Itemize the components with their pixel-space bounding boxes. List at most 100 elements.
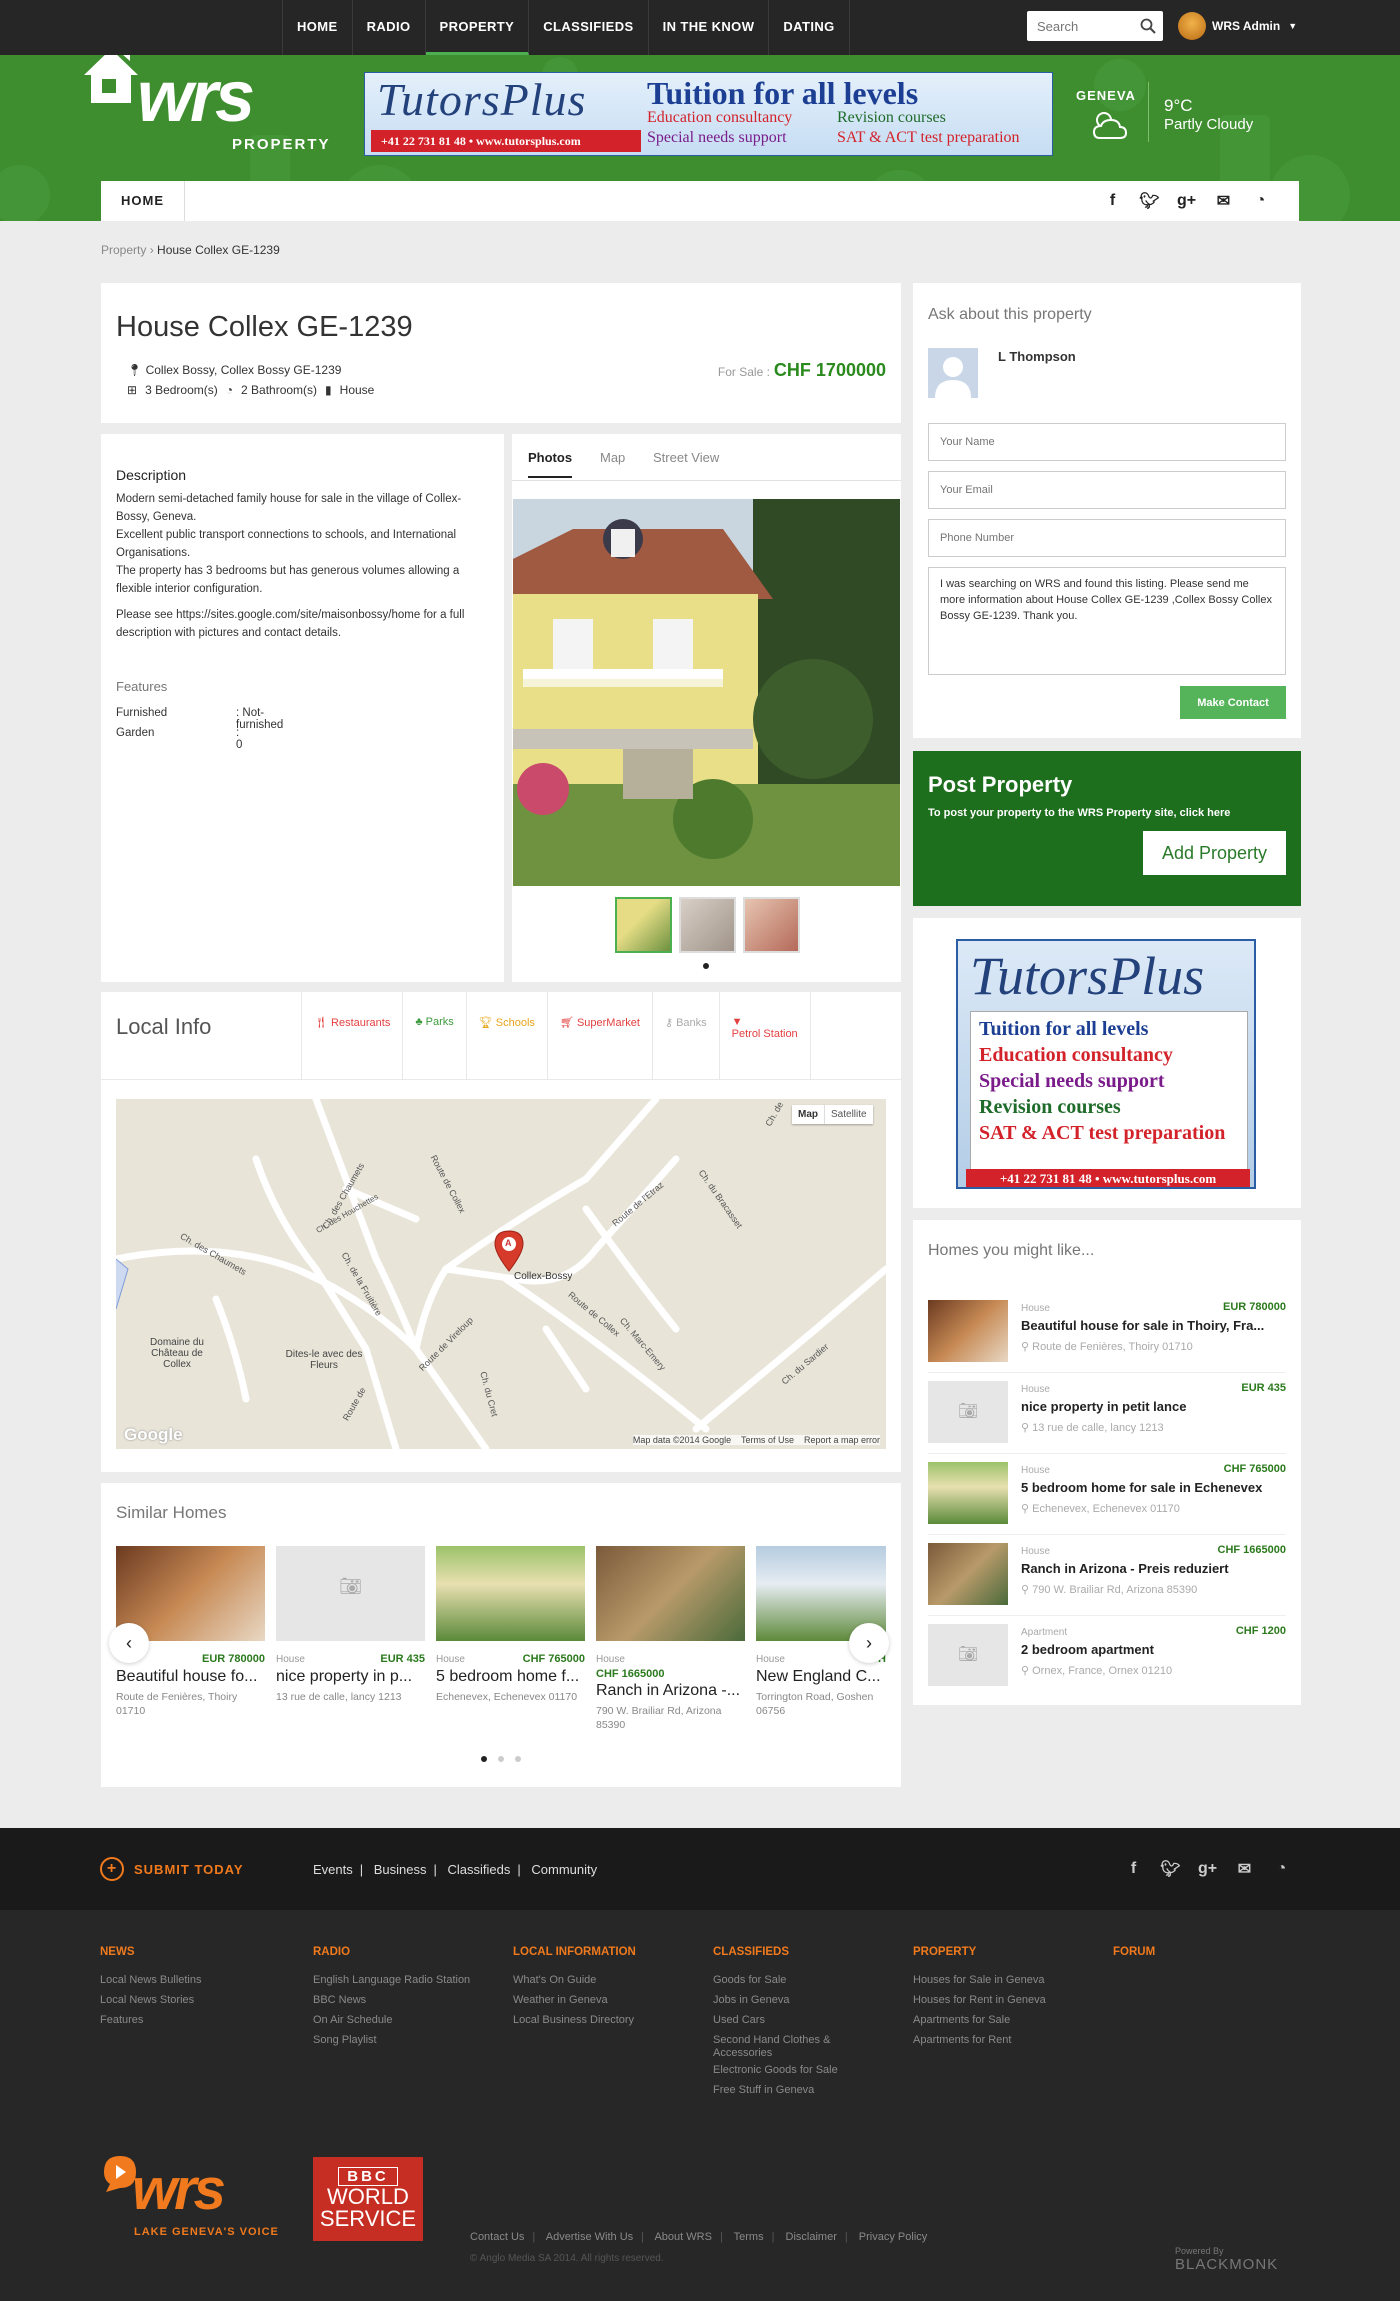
- tab-street-view[interactable]: Street View: [653, 450, 719, 465]
- list-item[interactable]: 📷︎ Apartment CHF 1200 2 bedroom apartmen…: [928, 1624, 1286, 1704]
- carousel-prev-button[interactable]: ‹: [109, 1623, 149, 1663]
- footer-link[interactable]: Jobs in Geneva: [713, 1990, 838, 2010]
- footer-link[interactable]: Electronic Goods for Sale: [713, 2060, 838, 2080]
- rss-icon[interactable]: ◔: [1242, 192, 1279, 210]
- similar-home-item[interactable]: 📷︎ House EUR 435 nice property in p... 1…: [276, 1546, 425, 1736]
- tab-supermarket[interactable]: 🛒︎ SuperMarket: [546, 992, 652, 1079]
- tab-photos[interactable]: Photos: [528, 450, 573, 478]
- name-field[interactable]: [928, 423, 1286, 461]
- submit-today-button[interactable]: + SUBMIT TODAY: [100, 1857, 244, 1881]
- rss-icon[interactable]: ◔: [1263, 1860, 1300, 1878]
- nav-classifieds[interactable]: CLASSIFIEDS: [529, 0, 649, 55]
- facebook-icon[interactable]: f: [1115, 1860, 1152, 1878]
- search-icon[interactable]: [1139, 17, 1157, 35]
- tutorsplus-side-ad[interactable]: TutorsPlus Tuition for all levels Educat…: [956, 939, 1256, 1189]
- add-property-button[interactable]: Add Property: [1143, 831, 1286, 875]
- twitter-icon[interactable]: 🐦︎: [1131, 191, 1168, 211]
- breadcrumb-property[interactable]: Property: [101, 243, 146, 257]
- nav-dating[interactable]: DATING: [769, 0, 850, 55]
- footer-link[interactable]: Apartments for Sale: [913, 2010, 1046, 2030]
- footer-link[interactable]: English Language Radio Station: [313, 1970, 470, 1990]
- mail-icon[interactable]: ✉: [1205, 191, 1242, 211]
- footer-link-disclaimer[interactable]: Disclaimer: [786, 2231, 837, 2243]
- nav-property[interactable]: PROPERTY: [425, 0, 530, 55]
- list-item[interactable]: House CHF 1665000 Ranch in Arizona - Pre…: [928, 1543, 1286, 1623]
- powered-by[interactable]: Powered By BLACKMONK: [1175, 2246, 1278, 2273]
- nav-home[interactable]: HOME: [282, 0, 353, 55]
- footer-link[interactable]: What's On Guide: [513, 1970, 636, 1990]
- twitter-icon[interactable]: 🐦︎: [1152, 1859, 1189, 1879]
- footer-link-contact-us[interactable]: Contact Us: [470, 2231, 524, 2243]
- footer-link-advertise[interactable]: Advertise With Us: [546, 2231, 633, 2243]
- footer-link[interactable]: Local News Stories: [100, 1990, 202, 2010]
- footer-link[interactable]: Houses for Sale in Geneva: [913, 1970, 1046, 1990]
- list-item[interactable]: House CHF 765000 5 bedroom home for sale…: [928, 1462, 1286, 1542]
- map-button[interactable]: Map: [792, 1105, 825, 1124]
- footer-link[interactable]: Second Hand Clothes &: [713, 2030, 838, 2047]
- footer-link[interactable]: Features: [100, 2010, 202, 2030]
- tab-banks[interactable]: ⚷ Banks: [651, 992, 719, 1079]
- footer-link-business[interactable]: Business: [374, 1862, 427, 1877]
- footer-link[interactable]: Local News Bulletins: [100, 1970, 202, 1990]
- bbc-world-service-logo[interactable]: BBC WORLD SERVICE: [313, 2157, 423, 2241]
- map-marker-icon[interactable]: [492, 1229, 526, 1273]
- carousel-dot[interactable]: [703, 963, 709, 969]
- footer-link[interactable]: Song Playlist: [313, 2030, 470, 2050]
- message-field[interactable]: I was searching on WRS and found this li…: [928, 567, 1286, 675]
- similar-home-item[interactable]: House CHF 765000 5 bedroom home f... Ech…: [436, 1546, 585, 1736]
- nav-in-the-know[interactable]: IN THE KNOW: [649, 0, 770, 55]
- tab-petrol-station[interactable]: ▼ Petrol Station: [718, 992, 811, 1079]
- wrs-property-logo[interactable]: wrs PROPERTY: [80, 55, 340, 153]
- thumbnail-2[interactable]: [679, 897, 736, 953]
- footer-link[interactable]: Weather in Geneva: [513, 1990, 636, 2010]
- main-property-photo[interactable]: [513, 499, 900, 886]
- footer-link-terms[interactable]: Terms: [734, 2231, 764, 2243]
- email-field[interactable]: [928, 471, 1286, 509]
- make-contact-button[interactable]: Make Contact: [1180, 686, 1286, 719]
- footer-link[interactable]: Accessories: [713, 2047, 838, 2060]
- footer-link[interactable]: Free Stuff in Geneva: [713, 2080, 838, 2100]
- carousel-dot[interactable]: [515, 1756, 521, 1762]
- list-item[interactable]: 📷︎ House EUR 435 nice property in petit …: [928, 1381, 1286, 1461]
- footer-link[interactable]: Apartments for Rent: [913, 2030, 1046, 2050]
- footer-link-about[interactable]: About WRS: [654, 2231, 711, 2243]
- phone-field[interactable]: [928, 519, 1286, 557]
- local-map[interactable]: Map Satellite A Collex-Bossy Domaine du …: [116, 1099, 886, 1449]
- tutorsplus-banner-ad[interactable]: TutorsPlus +41 22 731 81 48 • www.tutors…: [364, 72, 1053, 156]
- post-text[interactable]: To post your property to the WRS Propert…: [928, 807, 1230, 819]
- footer-link-community[interactable]: Community: [531, 1862, 597, 1877]
- mail-icon[interactable]: ✉: [1226, 1859, 1263, 1879]
- search-input[interactable]: [1027, 11, 1131, 41]
- user-menu[interactable]: WRS Admin ▼: [1178, 11, 1297, 41]
- thumbnail-3[interactable]: [743, 897, 800, 953]
- nav-radio[interactable]: RADIO: [353, 0, 426, 55]
- tab-schools[interactable]: 🏆︎ Schools: [465, 992, 547, 1079]
- similar-home-item[interactable]: House CHF 1665000 Ranch in Arizona -... …: [596, 1546, 745, 1736]
- subnav-home[interactable]: HOME: [101, 181, 185, 221]
- footer-link-privacy[interactable]: Privacy Policy: [859, 2231, 927, 2243]
- footer-column-title[interactable]: FORUM: [1113, 1946, 1155, 1958]
- google-plus-icon[interactable]: g+: [1189, 1860, 1226, 1878]
- footer-link[interactable]: On Air Schedule: [313, 2010, 470, 2030]
- tab-restaurants[interactable]: 🍴︎ Restaurants: [301, 992, 402, 1079]
- terms-of-use-link[interactable]: Terms of Use: [741, 1435, 794, 1445]
- footer-link[interactable]: Houses for Rent in Geneva: [913, 1990, 1046, 2010]
- footer-link[interactable]: Local Business Directory: [513, 2010, 636, 2030]
- carousel-next-button[interactable]: ›: [849, 1623, 889, 1663]
- thumbnail-1[interactable]: [615, 897, 672, 953]
- footer-link[interactable]: Used Cars: [713, 2010, 838, 2030]
- home-photo-placeholder: 📷︎: [928, 1624, 1008, 1686]
- facebook-icon[interactable]: f: [1094, 192, 1131, 210]
- footer-link-classifieds[interactable]: Classifieds: [448, 1862, 511, 1877]
- footer-link[interactable]: BBC News: [313, 1990, 470, 2010]
- tab-parks[interactable]: ♣ Parks: [402, 992, 465, 1079]
- carousel-dot[interactable]: [498, 1756, 504, 1762]
- google-plus-icon[interactable]: g+: [1168, 192, 1205, 210]
- satellite-button[interactable]: Satellite: [825, 1105, 873, 1124]
- list-item[interactable]: House EUR 780000 Beautiful house for sal…: [928, 1300, 1286, 1380]
- carousel-dot[interactable]: [481, 1756, 487, 1762]
- footer-link[interactable]: Goods for Sale: [713, 1970, 838, 1990]
- report-map-error-link[interactable]: Report a map error: [804, 1435, 880, 1445]
- tab-map[interactable]: Map: [600, 450, 625, 465]
- footer-link-events[interactable]: Events: [313, 1862, 353, 1877]
